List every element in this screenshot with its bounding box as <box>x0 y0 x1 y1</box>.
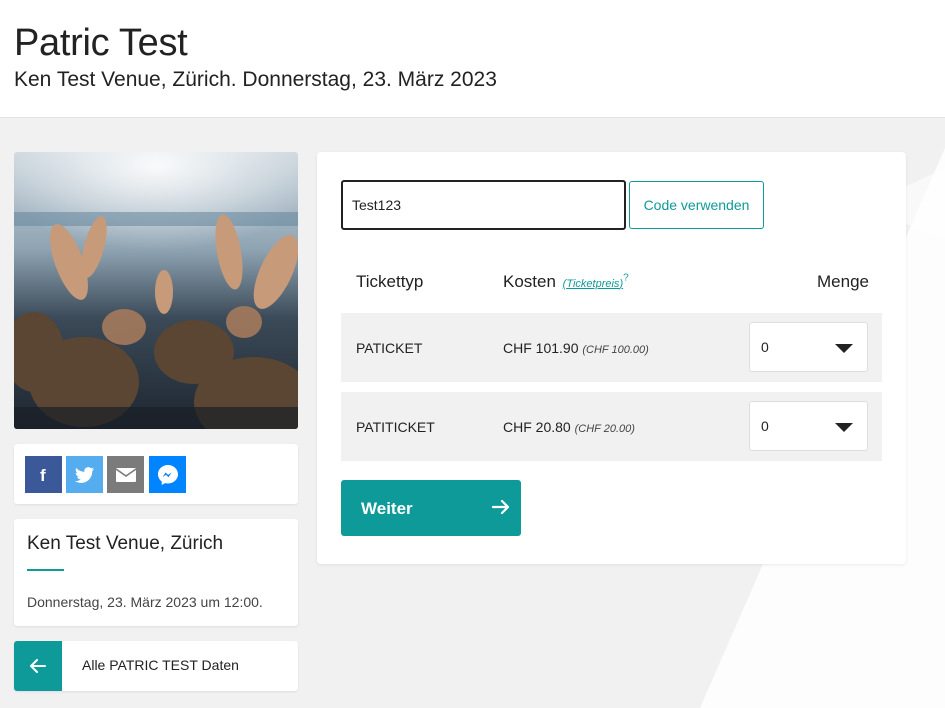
ticket-type-name: PATITICKET <box>356 419 435 435</box>
chevron-down-icon <box>835 423 853 432</box>
facebook-share-button[interactable]: f <box>25 456 62 493</box>
ticket-price-total: CHF 20.80 <box>503 419 571 435</box>
promo-code-input[interactable] <box>341 180 626 230</box>
messenger-share-button[interactable] <box>149 456 186 493</box>
share-card: f <box>14 444 298 504</box>
event-image <box>14 152 298 429</box>
all-dates-link[interactable]: Alle PATRIC TEST Daten <box>14 641 298 691</box>
kosten-label: Kosten <box>503 272 556 291</box>
quantity-value: 0 <box>761 418 769 434</box>
twitter-share-button[interactable] <box>66 456 103 493</box>
chevron-down-icon <box>835 344 853 353</box>
event-subtitle: Ken Test Venue, Zürich. Donnerstag, 23. … <box>14 68 497 91</box>
messenger-icon <box>157 464 178 485</box>
column-header-kosten: Kosten (Ticketpreis)? <box>503 272 629 292</box>
column-header-tickettyp: Tickettyp <box>356 272 424 291</box>
venue-name: Ken Test Venue, Zürich <box>27 533 224 554</box>
ticket-row: PATITICKET CHF 20.80 (CHF 20.00) 0 <box>341 392 882 461</box>
ticket-price-total: CHF 101.90 <box>503 340 579 356</box>
ticket-price: CHF 101.90 (CHF 100.00) <box>503 340 649 356</box>
twitter-icon <box>74 466 94 483</box>
venue-divider <box>27 569 64 571</box>
back-button[interactable] <box>14 641 62 691</box>
ticket-price: CHF 20.80 (CHF 20.00) <box>503 419 635 435</box>
ticket-price-base: (CHF 100.00) <box>582 344 649 356</box>
page-title: Patric Test <box>14 22 188 64</box>
quantity-select[interactable]: 0 <box>749 322 868 372</box>
ticket-card: Code verwenden Tickettyp Kosten (Ticketp… <box>317 152 906 564</box>
ticket-type-name: PATICKET <box>356 340 423 356</box>
email-share-button[interactable] <box>107 456 144 493</box>
next-button[interactable]: Weiter <box>341 480 521 536</box>
quantity-select[interactable]: 0 <box>749 401 868 451</box>
venue-date: Donnerstag, 23. März 2023 um 12:00. <box>27 594 263 610</box>
quantity-value: 0 <box>761 339 769 355</box>
page-header: Patric Test Ken Test Venue, Zürich. Donn… <box>0 0 945 118</box>
svg-text:f: f <box>40 466 46 484</box>
ticketpreis-help-icon[interactable]: ? <box>623 272 629 283</box>
column-header-menge: Menge <box>817 272 869 291</box>
ticket-row: PATICKET CHF 101.90 (CHF 100.00) 0 <box>341 313 882 382</box>
ticketpreis-link[interactable]: (Ticketpreis) <box>563 278 623 290</box>
main-area: f Ken Test Venue, Zürich Donnerstag, 23.… <box>0 118 945 708</box>
arrow-right-icon <box>491 499 510 515</box>
ticket-price-base: (CHF 20.00) <box>574 423 635 435</box>
venue-card: Ken Test Venue, Zürich Donnerstag, 23. M… <box>14 519 298 626</box>
facebook-icon: f <box>40 466 46 484</box>
all-dates-label[interactable]: Alle PATRIC TEST Daten <box>82 657 239 673</box>
use-code-button[interactable]: Code verwenden <box>629 181 764 229</box>
ticketpreis-label[interactable]: Ticketpreis <box>566 278 619 290</box>
mail-icon <box>115 467 136 482</box>
arrow-left-icon <box>30 659 46 673</box>
next-button-label: Weiter <box>361 499 413 518</box>
